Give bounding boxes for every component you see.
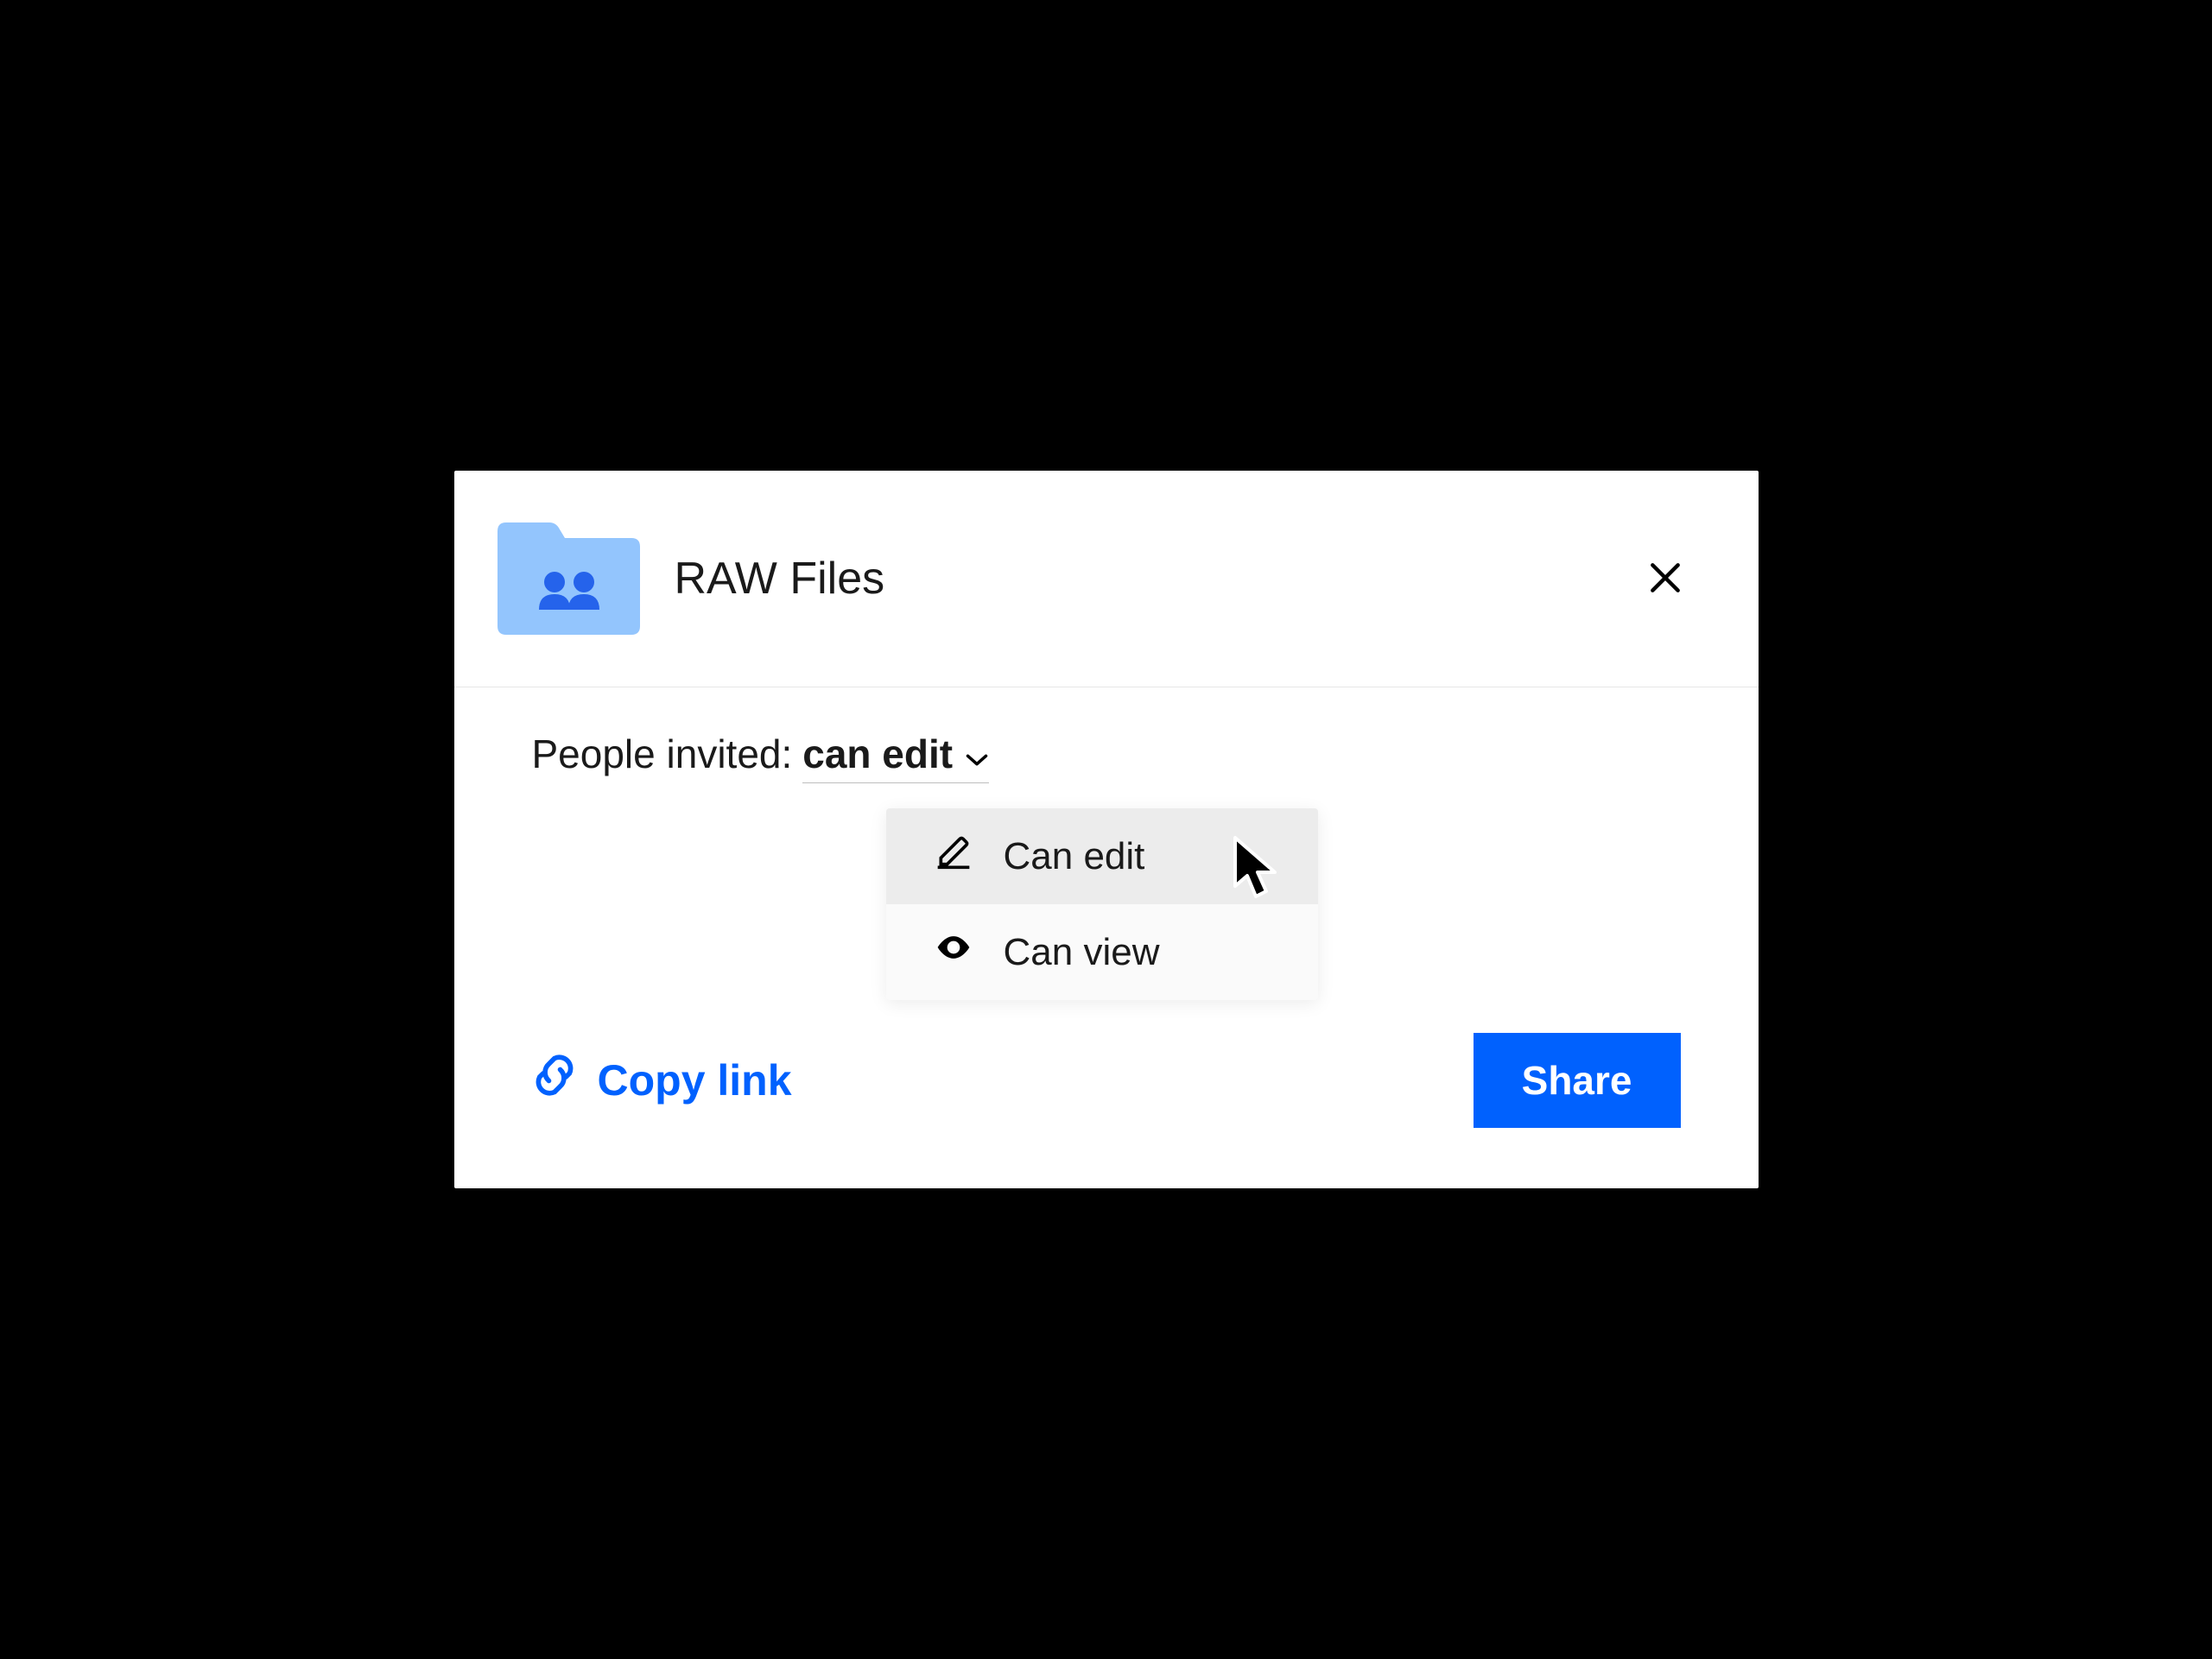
dropdown-option-label: Can edit <box>1004 835 1145 878</box>
close-button[interactable] <box>1641 554 1689 603</box>
dropdown-option-can-view[interactable]: Can view <box>886 904 1318 1000</box>
share-dialog: RAW Files People invited: can edit <box>454 471 1759 1188</box>
dialog-footer: Copy link Share <box>454 1033 1759 1188</box>
permission-label: People invited: <box>532 731 793 777</box>
dialog-title: RAW Files <box>675 553 1607 605</box>
eye-icon <box>935 928 973 976</box>
dialog-header: RAW Files <box>454 471 1759 687</box>
dropdown-option-can-edit[interactable]: Can edit <box>886 808 1318 904</box>
close-icon <box>1646 559 1684 599</box>
pencil-icon <box>935 833 973 880</box>
share-button[interactable]: Share <box>1474 1033 1681 1128</box>
dropdown-option-label: Can view <box>1004 931 1160 974</box>
shared-folder-icon <box>498 522 640 635</box>
permission-selected-value: can edit <box>802 731 953 777</box>
permission-dropdown-menu: Can edit Can view <box>886 808 1318 1000</box>
permission-line: People invited: can edit <box>532 731 1681 783</box>
copy-link-label: Copy link <box>598 1055 792 1105</box>
copy-link-button[interactable]: Copy link <box>532 1053 792 1108</box>
chevron-down-icon <box>965 731 989 777</box>
dialog-body: People invited: can edit Can edit <box>454 687 1759 1033</box>
link-icon <box>532 1053 577 1108</box>
permission-dropdown-trigger[interactable]: can edit <box>802 731 989 783</box>
